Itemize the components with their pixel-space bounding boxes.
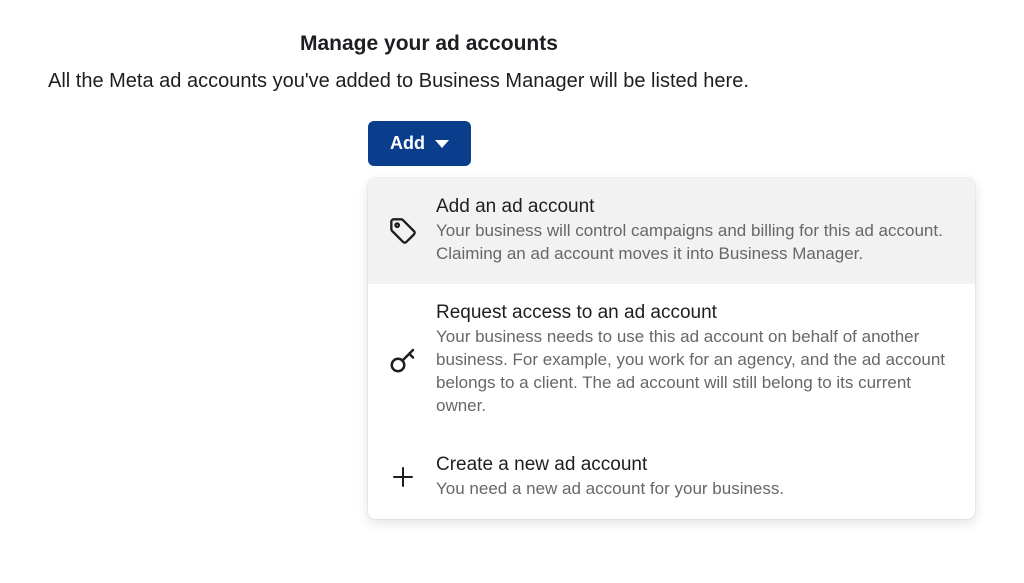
page-title: Manage your ad accounts bbox=[300, 32, 976, 56]
menu-item-text: Request access to an ad account Your bus… bbox=[436, 302, 955, 418]
add-section: Add Add an ad account Your business will… bbox=[368, 121, 976, 519]
key-icon bbox=[388, 345, 418, 375]
plus-icon bbox=[388, 465, 418, 489]
menu-item-desc: You need a new ad account for your busin… bbox=[436, 478, 955, 501]
menu-item-create-new[interactable]: Create a new ad account You need a new a… bbox=[368, 436, 975, 519]
menu-item-text: Create a new ad account You need a new a… bbox=[436, 454, 955, 501]
tag-icon bbox=[388, 217, 418, 245]
page-subtitle: All the Meta ad accounts you've added to… bbox=[48, 70, 976, 93]
add-button-label: Add bbox=[390, 133, 425, 154]
menu-item-text: Add an ad account Your business will con… bbox=[436, 196, 955, 266]
add-button[interactable]: Add bbox=[368, 121, 471, 166]
menu-item-desc: Your business will control campaigns and… bbox=[436, 220, 955, 266]
chevron-down-icon bbox=[435, 140, 449, 148]
menu-item-title: Create a new ad account bbox=[436, 454, 955, 476]
menu-item-title: Request access to an ad account bbox=[436, 302, 955, 324]
menu-item-title: Add an ad account bbox=[436, 196, 955, 218]
menu-item-add-ad-account[interactable]: Add an ad account Your business will con… bbox=[368, 178, 975, 284]
menu-item-request-access[interactable]: Request access to an ad account Your bus… bbox=[368, 284, 975, 436]
add-dropdown-menu: Add an ad account Your business will con… bbox=[368, 178, 975, 519]
menu-item-desc: Your business needs to use this ad accou… bbox=[436, 326, 955, 418]
